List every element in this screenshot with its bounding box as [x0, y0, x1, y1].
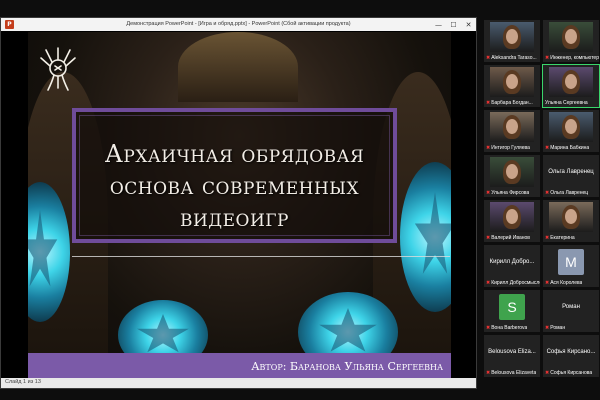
status-bar: Слайд 1 из 13 — [1, 378, 476, 388]
muted-mic-icon: ✖ — [486, 235, 491, 241]
participant-name: ✖ Инженер, компьютер — [545, 55, 599, 61]
participant-tile[interactable]: ✖ Валерий Иванов — [484, 200, 540, 242]
participant-name: ✖ Валерий Иванов — [486, 235, 530, 241]
participant-name: ✖ Кирилл Добросмыслов — [486, 280, 540, 286]
participant-tile[interactable]: ✖ Марина Бабкина — [543, 110, 599, 152]
participant-name-text: Ольга Лавренец — [550, 190, 589, 196]
participant-video — [490, 202, 534, 232]
muted-mic-icon: ✖ — [486, 190, 491, 196]
participant-name-text: Барбара Богдан... — [491, 100, 533, 106]
participant-display-name: Кирилл Добро... — [489, 259, 535, 265]
title-bar: P Демонстрация PowerPoint - [Игра и обря… — [1, 18, 476, 31]
participant-video — [490, 22, 534, 52]
participant-display-name: Belousova Eliza... — [488, 349, 536, 355]
participant-name: ✖ Belousova Elizaveta — [486, 370, 536, 376]
slide-canvas[interactable]: Архаичная обрядовая основа современных в… — [28, 32, 451, 379]
participant-name-text: Aleksandra Taraso... — [491, 55, 537, 61]
participants-panel: ✖ Aleksandra Taraso... ✖ Инженер, компьютер… — [484, 20, 600, 400]
participant-name: ✖ Aleksandra Taraso... — [486, 55, 537, 61]
participant-display-name: Софья Кирсано... — [546, 349, 596, 355]
maximize-button[interactable]: ☐ — [446, 18, 461, 31]
participant-name-text: Софья Кирсанова — [550, 370, 593, 376]
participant-name: ✖ Интигор Гуляева — [486, 145, 530, 151]
participant-name-text: Роман — [550, 325, 566, 331]
minimize-button[interactable]: — — [431, 18, 446, 31]
participant-tile[interactable]: ✖ Aleksandra Taraso... — [484, 20, 540, 62]
participant-tile[interactable]: Ольга Лавренец ✖ Ольга Лавренец — [543, 155, 599, 197]
participant-name: ✖ Барбара Богдан... — [486, 100, 533, 106]
participant-name-text: Belousova Elizaveta — [491, 370, 537, 376]
ceiling-arch — [178, 32, 298, 102]
participant-name-text: Валерий Иванов — [491, 235, 530, 241]
participant-tile[interactable]: ✖ Ульяна Фирсова — [484, 155, 540, 197]
participant-display-name: Роман — [562, 304, 580, 310]
muted-mic-icon: ✖ — [486, 280, 491, 286]
muted-mic-icon: ✖ — [486, 55, 491, 61]
participant-name-text: Кирилл Добросмыслов — [491, 280, 540, 286]
participant-tile[interactable]: ✖ Интигор Гуляева — [484, 110, 540, 152]
window-title: Демонстрация PowerPoint - [Игра и обряд.… — [126, 21, 351, 27]
participant-name: ✖ Софья Кирсанова — [545, 370, 592, 376]
participant-name: ✖ Ася Королева — [545, 280, 582, 286]
participant-avatar: S — [499, 294, 525, 320]
emblem-icon — [40, 47, 76, 91]
slide-counter: Слайд 1 из 13 — [5, 379, 41, 385]
participant-tile[interactable]: S ✖ Вона Barberova — [484, 290, 540, 332]
author-band: Автор: Баранова Ульяна Сергеевна — [28, 353, 451, 379]
participant-name-text: Екатерина — [550, 235, 575, 241]
muted-mic-icon: ✖ — [486, 100, 491, 106]
participant-video — [549, 67, 593, 97]
muted-mic-icon: ✖ — [486, 370, 491, 376]
participant-video — [490, 67, 534, 97]
participant-name-text: Ульяна Сергеевна — [545, 100, 588, 106]
close-button[interactable]: ✕ — [461, 18, 476, 31]
participant-tile[interactable]: Роман ✖ Роман — [543, 290, 599, 332]
slide-author: Автор: Баранова Ульяна Сергеевна — [251, 360, 443, 373]
participant-name-text: Инженер, компьютер — [550, 55, 599, 61]
participant-tile[interactable]: M ✖ Ася Королева — [543, 245, 599, 287]
participant-tile[interactable]: Ульяна Сергеевна — [542, 64, 600, 108]
participant-display-name: Ольга Лавренец — [548, 169, 594, 175]
participant-name-text: Ася Королева — [550, 280, 583, 286]
participant-video — [490, 157, 534, 187]
participant-video — [490, 112, 534, 142]
muted-mic-icon: ✖ — [545, 280, 550, 286]
muted-mic-icon: ✖ — [486, 325, 491, 331]
participant-name: ✖ Ольга Лавренец — [545, 190, 588, 196]
participant-tile[interactable]: Кирилл Добро... ✖ Кирилл Добросмыслов — [484, 245, 540, 287]
muted-mic-icon: ✖ — [545, 325, 550, 331]
title-frame: Архаичная обрядовая основа современных в… — [72, 108, 397, 243]
participant-name-text: Ульяна Фирсова — [491, 190, 530, 196]
participant-name: ✖ Ульяна Фирсова — [486, 190, 529, 196]
participant-tile[interactable]: Belousova Eliza... ✖ Belousova Elizaveta — [484, 335, 540, 377]
participant-tile[interactable]: ✖ Инженер, компьютер — [543, 20, 599, 62]
participant-video — [549, 22, 593, 52]
participant-name-text: Вона Barberova — [491, 325, 528, 331]
participant-tile[interactable]: Софья Кирсано... ✖ Софья Кирсанова — [543, 335, 599, 377]
participant-avatar: M — [558, 249, 584, 275]
powerpoint-window: P Демонстрация PowerPoint - [Игра и обря… — [0, 17, 477, 389]
muted-mic-icon: ✖ — [545, 190, 550, 196]
participant-video — [549, 202, 593, 232]
participant-name: ✖ Екатерина — [545, 235, 575, 241]
participant-video — [549, 112, 593, 142]
muted-mic-icon: ✖ — [545, 235, 550, 241]
divider-line — [72, 256, 450, 257]
participant-name: ✖ Вона Barberova — [486, 325, 527, 331]
participant-name: ✖ Марина Бабкина — [545, 145, 589, 151]
muted-mic-icon: ✖ — [545, 145, 550, 151]
muted-mic-icon: ✖ — [545, 55, 550, 61]
participant-tile[interactable]: ✖ Барбара Богдан... — [484, 65, 540, 107]
participant-name-text: Интигор Гуляева — [491, 145, 530, 151]
participant-tile[interactable]: ✖ Екатерина — [543, 200, 599, 242]
muted-mic-icon: ✖ — [545, 370, 550, 376]
participant-name-text: Марина Бабкина — [550, 145, 590, 151]
muted-mic-icon: ✖ — [486, 145, 491, 151]
participant-name: ✖ Роман — [545, 325, 565, 331]
slide-title: Архаичная обрядовая основа современных в… — [104, 140, 365, 232]
participant-name: Ульяна Сергеевна — [545, 100, 588, 106]
